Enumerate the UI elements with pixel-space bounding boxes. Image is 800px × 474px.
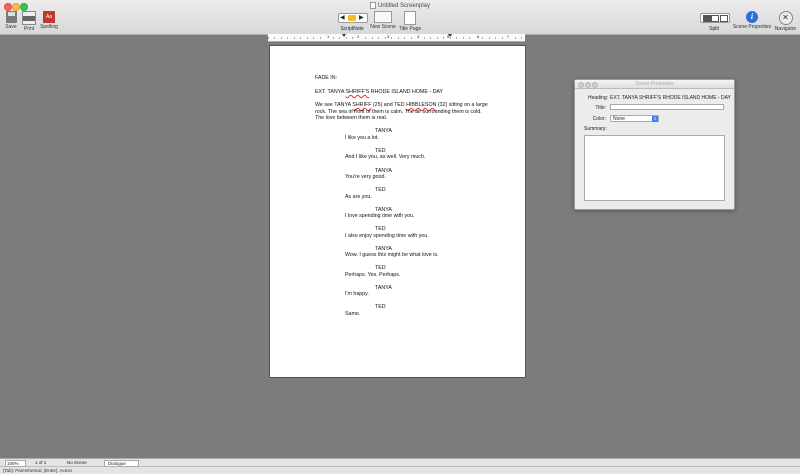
character-name: TANYA (375, 128, 392, 134)
split-none-icon[interactable] (703, 15, 711, 22)
scene-properties-label: Scene Properties (732, 24, 772, 30)
ruler[interactable]: 1 2 3 4 5 6 7 (268, 34, 525, 42)
character-name: TED (375, 147, 386, 154)
save-label: Save (5, 24, 17, 30)
scriptnote-navigation: ◀ ▶ (338, 13, 368, 23)
scene-properties-panel: Scene Properties Heading: EXT. TANYA SHR… (574, 79, 735, 210)
scene-heading-part: EXT. TANYA (315, 89, 346, 95)
printer-icon (22, 11, 36, 25)
split-horizontal-icon[interactable] (720, 15, 728, 22)
dialogue-line: I like you a lot. (345, 134, 379, 141)
next-note-icon[interactable]: ▶ (359, 14, 364, 22)
keyboard-hint: [Tab]: Parenthetical, [Enter]: Action (3, 468, 73, 473)
window-title-text: Untitled Screenplay (377, 3, 431, 10)
character-name: TANYA (375, 167, 392, 174)
spelling-label: Spelling (40, 24, 58, 30)
split-label: Split (709, 26, 719, 32)
ruler-number: 3 (386, 34, 391, 39)
action-line: rock. The sea in front of them is calm. … (315, 108, 482, 115)
print-button[interactable]: Print (21, 11, 37, 32)
status-bar: 100% 1 of 1 No Scene Dialogue [Tab]: Par… (0, 458, 800, 474)
ruler-number: 7 (506, 34, 511, 39)
previous-note-icon[interactable]: ◀ (340, 14, 345, 22)
misspelled-word: SHRIFF (352, 102, 372, 108)
split-vertical-icon[interactable] (711, 15, 719, 22)
ruler-number: 4 (416, 34, 421, 39)
character-name: TANYA (375, 206, 392, 213)
summary-label: Summary: (584, 126, 607, 132)
dialogue-line: I also enjoy spending time with you. (345, 232, 429, 239)
print-label: Print (23, 26, 35, 32)
navigator-button[interactable]: ✕ Navigator (772, 11, 799, 32)
dialogue-line: I'm happy. (345, 291, 369, 297)
scene-heading: EXT. TANYA SHRIFF'S RHODE ISLAND HOME - … (315, 89, 443, 95)
chevron-down-icon: ⇕ (652, 116, 658, 122)
title-page-label: Title Page (398, 26, 422, 32)
document-icon (369, 2, 376, 9)
page-count: 1 of 1 (35, 460, 47, 465)
dialogue-line: You're very good. (345, 174, 386, 180)
new-scene-button[interactable]: New Scene (369, 11, 397, 30)
action-line: The love between them is real. (315, 115, 388, 121)
color-label: Color: (592, 116, 606, 122)
ruler-number: 1 (326, 34, 331, 39)
compass-icon: ✕ (778, 11, 793, 25)
misspelled-word: SHRIFF'S (345, 89, 370, 95)
new-scene-label: New Scene (370, 24, 396, 30)
split-control[interactable] (700, 13, 730, 23)
info-icon: i (746, 11, 758, 23)
character-name: TANYA (375, 284, 392, 291)
status-row: 100% 1 of 1 No Scene Dialogue (0, 459, 800, 467)
transition: FADE IN: (315, 75, 338, 81)
panel-titlebar[interactable]: Scene Properties (575, 80, 734, 89)
character-name: TED (375, 226, 386, 232)
zoom-select[interactable]: 100% (5, 460, 26, 467)
dialogue-line: I love spending time with you. (345, 213, 415, 219)
scriptnote-label: ScriptNote (340, 26, 364, 32)
ruler-number: 6 (476, 34, 481, 39)
toolbar: Untitled Screenplay Save Print Aa Spelli… (0, 0, 800, 35)
character-name: TED (375, 304, 386, 310)
spelling-icon: Aa (43, 11, 55, 23)
title-page-button[interactable]: Title Page (398, 11, 422, 32)
dialogue-line: Perhaps. Yes. Perhaps. (345, 271, 401, 278)
panel-title: Scene Properties (635, 81, 674, 87)
dialogue-line: Wow. I guess this might be what love is. (345, 252, 439, 258)
color-select[interactable]: None ⇕ (610, 115, 659, 122)
heading-value: EXT. TANYA SHRIFF'S RHODE ISLAND HOME - … (610, 95, 731, 101)
spelling-button[interactable]: Aa Spelling (39, 11, 59, 30)
element-type-select[interactable]: Dialogue (104, 460, 139, 467)
dialogue-line: And I like you, as well. Very much. (345, 154, 426, 160)
dialogue-line: Same. (345, 310, 361, 317)
misspelled-word: HIBBLESON (406, 102, 437, 108)
dialogue-line: As are you. (345, 193, 372, 200)
heading-label: Heading: (587, 95, 608, 101)
left-indent-marker[interactable] (342, 34, 346, 37)
title-label: Title: (595, 105, 606, 111)
action-line: We see TANYA SHRIFF (25) and TED HIBBLES… (315, 102, 488, 108)
scene-heading-part: RHODE ISLAND HOME - DAY (369, 89, 444, 95)
scriptnote-icon[interactable] (348, 15, 356, 21)
right-indent-marker[interactable] (448, 34, 452, 37)
title-page-icon (404, 11, 416, 25)
scene-properties-button[interactable]: i Scene Properties (732, 11, 772, 30)
character-name: TED (375, 187, 386, 193)
scene-title-input[interactable] (610, 104, 724, 110)
action-part: (32) sitting on a large (436, 102, 488, 108)
summary-textarea[interactable] (584, 135, 725, 201)
window-title: Untitled Screenplay (0, 2, 800, 9)
save-icon (5, 11, 17, 23)
character-name: TED (375, 265, 386, 271)
navigator-label: Navigator (774, 26, 797, 32)
script-page[interactable]: FADE IN: EXT. TANYA SHRIFF'S RHODE ISLAN… (269, 45, 526, 378)
new-scene-icon (374, 11, 392, 23)
ruler-number: 2 (356, 34, 361, 39)
color-select-value: None (613, 116, 625, 122)
character-name: TANYA (375, 245, 392, 252)
save-button[interactable]: Save (3, 11, 19, 30)
action-part: We see TANYA (315, 102, 353, 108)
current-scene: No Scene (67, 460, 87, 465)
action-part: (25) and TED (371, 102, 407, 108)
